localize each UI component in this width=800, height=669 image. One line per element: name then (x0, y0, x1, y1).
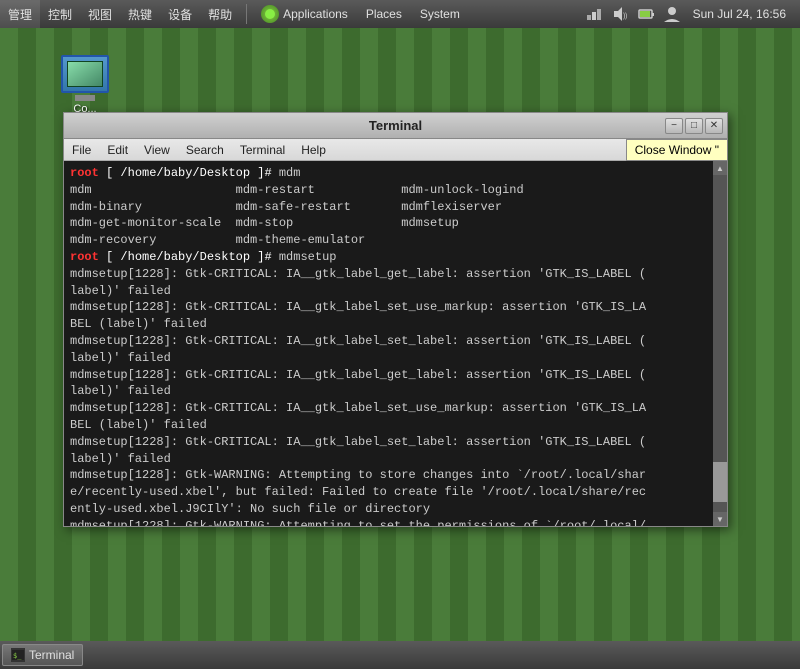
datetime-display: Sun Jul 24, 16:56 (687, 5, 792, 23)
panel-places[interactable]: Places (358, 0, 410, 28)
applications-label: Applications (283, 7, 348, 21)
svg-text:$_: $_ (13, 652, 22, 660)
scrollbar-up-arrow[interactable]: ▲ (713, 161, 727, 175)
term-line-8: label)' failed (70, 283, 707, 300)
minimize-button[interactable]: − (665, 118, 683, 134)
panel-right: ) ) Sun Jul 24, 16:56 (583, 3, 800, 25)
terminal-scrollbar[interactable]: ▲ ▼ (713, 161, 727, 526)
panel-menu-guanli[interactable]: 管理 (0, 0, 40, 28)
terminal-text-area[interactable]: root [ /home/baby/Desktop ]# mdm mdm mdm… (64, 161, 713, 526)
maximize-button[interactable]: □ (685, 118, 703, 134)
term-line-3: mdm-binary mdm-safe-restart mdmflexiserv… (70, 199, 707, 216)
terminal-content: root [ /home/baby/Desktop ]# mdm mdm mdm… (64, 161, 727, 526)
panel-system[interactable]: System (412, 0, 468, 28)
cn-menu: 管理 控制 视图 热键 设备 帮助 (0, 0, 240, 28)
panel-menu-shitu[interactable]: 视图 (80, 0, 120, 28)
term-menu-help[interactable]: Help (293, 139, 334, 161)
scrollbar-track[interactable] (713, 175, 727, 512)
term-line-20: e/recently-used.xbel', but failed: Faile… (70, 484, 707, 501)
top-panel: 管理 控制 视图 热键 设备 帮助 Applications Places Sy… (0, 0, 800, 28)
term-line-14: label)' failed (70, 383, 707, 400)
term-line-22: mdmsetup[1228]: Gtk-WARNING: Attempting … (70, 518, 707, 526)
term-line-12: label)' failed (70, 350, 707, 367)
terminal-titlebar: Terminal − □ ✕ Close Window " (64, 113, 727, 139)
desktop: 管理 控制 视图 热键 设备 帮助 Applications Places Sy… (0, 0, 800, 669)
taskbar-terminal-icon: $_ (11, 648, 25, 662)
taskbar-item-terminal[interactable]: $_ Terminal (2, 644, 83, 666)
term-line-17: mdmsetup[1228]: Gtk-CRITICAL: IA__gtk_la… (70, 434, 707, 451)
terminal-title: Terminal (369, 118, 422, 133)
term-menu-view[interactable]: View (136, 139, 178, 161)
term-menu-edit[interactable]: Edit (99, 139, 136, 161)
battery-icon[interactable] (635, 3, 657, 25)
close-button[interactable]: ✕ (705, 118, 723, 134)
user-icon[interactable] (661, 3, 683, 25)
panel-menu-kongzhi[interactable]: 控制 (40, 0, 80, 28)
term-line-2: mdm mdm-restart mdm-unlock-logind (70, 182, 707, 199)
applications-icon (261, 5, 279, 23)
panel-menu-shebei[interactable]: 设备 (160, 0, 200, 28)
taskbar-item-label: Terminal (29, 648, 74, 662)
term-line-15: mdmsetup[1228]: Gtk-CRITICAL: IA__gtk_la… (70, 400, 707, 417)
term-menu-terminal[interactable]: Terminal (232, 139, 293, 161)
term-menu-search[interactable]: Search (178, 139, 232, 161)
term-menu-file[interactable]: File (64, 139, 99, 161)
desktop-icon-computer[interactable]: Co... (50, 55, 120, 115)
taskbar: $_ Terminal (0, 641, 800, 669)
term-line-19: mdmsetup[1228]: Gtk-WARNING: Attempting … (70, 467, 707, 484)
term-line-9: mdmsetup[1228]: Gtk-CRITICAL: IA__gtk_la… (70, 299, 707, 316)
panel-applications[interactable]: Applications (253, 0, 356, 28)
close-window-tooltip: Close Window " (626, 139, 728, 161)
monitor-stand (75, 95, 95, 101)
panel-menu-bangzhu[interactable]: 帮助 (200, 0, 240, 28)
term-line-11: mdmsetup[1228]: Gtk-CRITICAL: IA__gtk_la… (70, 333, 707, 350)
term-line-21: ently-used.xbel.J9CIlY': No such file or… (70, 501, 707, 518)
computer-icon-img (61, 55, 109, 93)
network-icon[interactable] (583, 3, 605, 25)
term-line-10: BEL (label)' failed (70, 316, 707, 333)
term-line-6: root [ /home/baby/Desktop ]# mdmsetup (70, 249, 707, 266)
term-line-18: label)' failed (70, 451, 707, 468)
term-line-5: mdm-recovery mdm-theme-emulator (70, 232, 707, 249)
term-line-4: mdm-get-monitor-scale mdm-stop mdmsetup (70, 215, 707, 232)
scrollbar-thumb[interactable] (713, 462, 727, 502)
scrollbar-down-arrow[interactable]: ▼ (713, 512, 727, 526)
monitor-screen (67, 61, 103, 87)
term-line-7: mdmsetup[1228]: Gtk-CRITICAL: IA__gtk_la… (70, 266, 707, 283)
panel-left: 管理 控制 视图 热键 设备 帮助 Applications Places Sy… (0, 0, 468, 28)
term-line-16: BEL (label)' failed (70, 417, 707, 434)
terminal-window: Terminal − □ ✕ Close Window " File Edit … (63, 112, 728, 527)
panel-menu-rejian[interactable]: 热键 (120, 0, 160, 28)
terminal-controls: − □ ✕ (665, 118, 723, 134)
volume-icon[interactable]: ) ) (609, 3, 631, 25)
svg-text:): ) (625, 13, 627, 20)
term-line-1: root [ /home/baby/Desktop ]# mdm (70, 165, 707, 182)
term-line-13: mdmsetup[1228]: Gtk-CRITICAL: IA__gtk_la… (70, 367, 707, 384)
